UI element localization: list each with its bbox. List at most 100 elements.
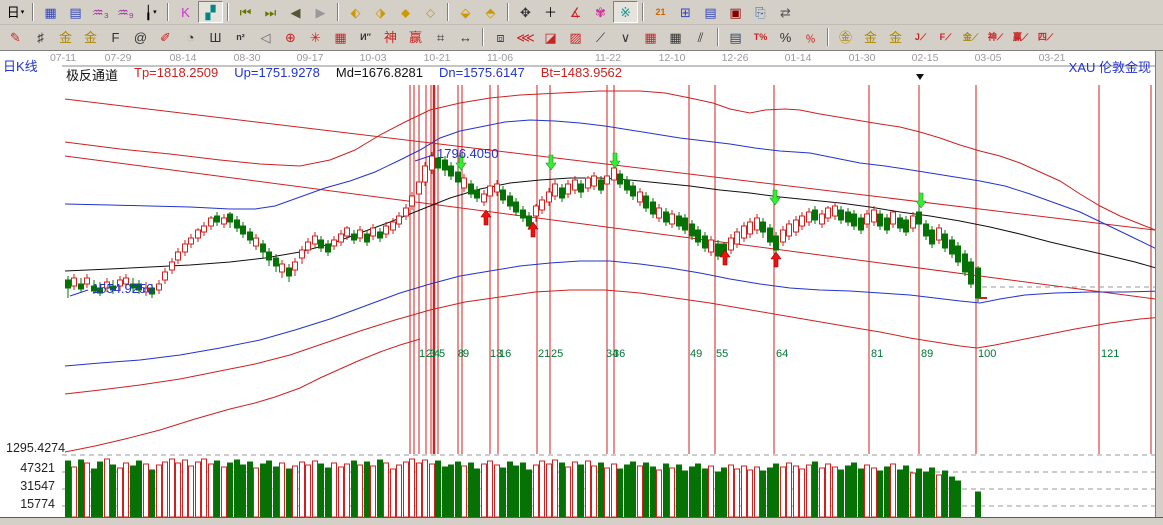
analysis-brain-icon[interactable]: ※ [613,1,638,23]
candle-body [716,244,721,256]
gold-ratio-icon[interactable]: 金 [53,26,78,48]
percent-icon[interactable]: % [773,26,798,48]
last-page-icon[interactable]: ⏭ [258,1,283,23]
zoom-out-diamond-icon[interactable]: ⬙ [453,1,478,23]
f-angle-icon: F⟋ [940,33,952,42]
shen-angle-icon[interactable]: 神⟋ [983,26,1008,48]
measure-tool-icon[interactable]: ∡ [563,1,588,23]
next-bar-icon[interactable]: ▶ [308,1,333,23]
gold-ratio2-icon[interactable]: 金 [78,26,103,48]
save-icon[interactable]: ▣ [723,1,748,23]
volume-bar [807,465,812,517]
price-mark-leader [70,290,88,296]
volume-bar [462,466,467,517]
volume-bar [761,471,766,517]
volume-bar [475,469,480,517]
spiral-icon[interactable]: @ [128,26,153,48]
export-icon[interactable]: ⎘ [748,1,773,23]
ying-tool-icon[interactable]: 赢 [403,26,428,48]
f-gann-icon[interactable]: F [103,26,128,48]
si-angle-icon[interactable]: 四⟋ [1033,26,1058,48]
volume-bar [293,466,298,517]
shift-left-diamond-icon[interactable]: ⬖ [343,1,368,23]
gold-angle-icon[interactable]: 金⟋ [958,26,983,48]
volume-bar [124,463,129,517]
gann-star-icon[interactable]: ✳ [303,26,328,48]
volume-bar [248,462,253,517]
toolbar-separator [167,3,169,21]
n-square-icon[interactable]: n² [228,26,253,48]
draw-pen-icon[interactable]: ✎ [3,26,28,48]
zoom-in-diamond-icon[interactable]: ⬘ [478,1,503,23]
gann-target-icon[interactable]: ⊕ [278,26,303,48]
timeshare-chart-icon[interactable]: ▞ [198,1,223,23]
percent-lines-icon[interactable]: ﹪ [798,26,823,48]
shen-tool-icon[interactable]: 神 [378,26,403,48]
stats-list-icon[interactable]: ▤ [723,26,748,48]
f-angle-icon[interactable]: F⟋ [933,26,958,48]
first-page-icon[interactable]: ⏮ [233,1,258,23]
pattern-match-icon[interactable]: ✾ [588,1,613,23]
gold-tilt-icon[interactable]: ⾦ [883,26,908,48]
abacus-counter-icon[interactable]: ⌗ [428,26,453,48]
candle-type-icon[interactable]: ╽▾ [138,1,163,23]
candle-body [495,184,500,192]
window-layout-icon[interactable]: ▦ [38,1,63,23]
calculator-icon[interactable]: ⊞ [673,1,698,23]
f-gann-icon: F [112,31,120,44]
shift-right-diamond-icon[interactable]: ⬗ [368,1,393,23]
marker-pen-icon[interactable]: ✐ [153,26,178,48]
crosshair-tool-icon[interactable]: ＋ [538,1,563,23]
trend-ray-tool-icon[interactable]: ⟋ [588,26,613,48]
candle-body [748,222,753,234]
width-measure-icon[interactable]: ↔ [453,26,478,48]
quote-note-icon[interactable]: ▤ [63,1,88,23]
multi-period-9-icon[interactable]: ♒₉ [113,1,138,23]
candle-body [235,220,240,228]
notebook-icon[interactable]: ▤ [698,1,723,23]
arc-sector-tool-icon[interactable]: ◪ [538,26,563,48]
period-day-button[interactable]: 日▾ [3,1,28,23]
fan-lines-tool-icon[interactable]: ⋘ [513,26,538,48]
grid-scale-icon[interactable]: ♯ [28,26,53,48]
candle-body [404,208,409,216]
candle-body [560,188,565,198]
prev-bar-icon[interactable]: ◀ [283,1,308,23]
gold-circle-icon[interactable]: ㊎ [833,26,858,48]
grid-dark-tool-icon[interactable]: ▦ [663,26,688,48]
wave-count-icon[interactable]: И″ [353,26,378,48]
vertical-scrollbar[interactable] [1155,50,1163,518]
j-angle-icon[interactable]: J⟋ [908,26,933,48]
angle-flag-icon[interactable]: ◁ [253,26,278,48]
zigzag-tool-icon[interactable]: ∨ [613,26,638,48]
gold-lines-icon[interactable]: 金 [858,26,883,48]
cycle-clock-icon[interactable]: ◔ [178,26,203,48]
time-grid-icon[interactable]: Ш [203,26,228,48]
gann-cycle-number: 49 [690,348,702,360]
ying-angle-icon[interactable]: 赢⟋ [1008,26,1033,48]
parallel-lines-tool-icon[interactable]: ⫽ [688,26,713,48]
kline-pattern-icon[interactable]: K [173,1,198,23]
calendar-icon[interactable]: 21 [648,1,673,23]
sell-signal-arrow-icon [916,193,926,208]
expand-diamond-icon[interactable]: ⬦ [418,1,443,23]
toolbar-separator [447,3,449,21]
compress-diamond-icon: ⬥ [401,6,410,19]
volume-bar [943,471,948,517]
multi-period-3-icon[interactable]: ♒₃ [88,1,113,23]
candle-body [482,194,487,202]
percent-retrace-icon[interactable]: T% [748,26,773,48]
gold-tilt-icon: ⾦ [889,31,902,44]
download-data-icon[interactable]: ⇄ [773,1,798,23]
box-select-tool-icon[interactable]: ⧈ [488,26,513,48]
compress-diamond-icon[interactable]: ⬥ [393,1,418,23]
grid-red-tool-icon[interactable]: ▦ [638,26,663,48]
gann-box-icon[interactable]: ▦ [328,26,353,48]
hand-tool-icon[interactable]: ✥ [513,1,538,23]
gann-fan-box-tool-icon[interactable]: ▨ [563,26,588,48]
horizontal-scrollbar[interactable] [0,517,1163,525]
volume-bar [488,461,493,517]
volume-bar [696,464,701,517]
gann-cycle-number: 16 [499,348,511,360]
candle-body [79,284,84,289]
